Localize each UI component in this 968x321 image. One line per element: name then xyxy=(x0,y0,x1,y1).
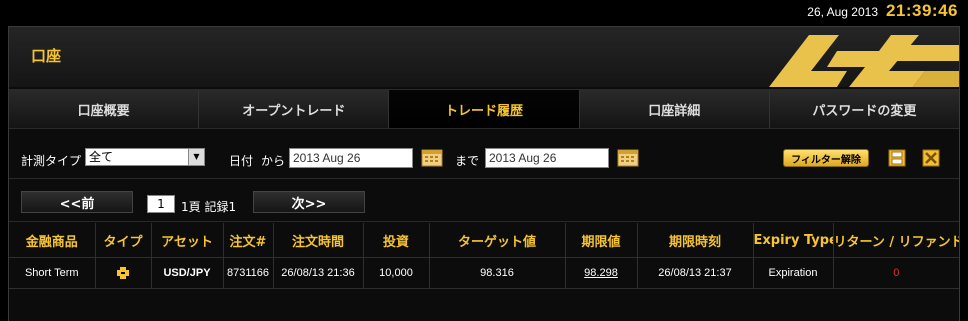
col-investment[interactable]: 投資 xyxy=(363,223,430,258)
cell-order-number: 8731166 xyxy=(223,257,274,289)
from-label: から xyxy=(261,154,286,168)
date-label: 日付 xyxy=(229,154,254,168)
filter-bar: 計測タイプ 全て ▼ 日付 から 2013 Aug 26 まで 2013 Aug… xyxy=(9,128,959,179)
next-page-button[interactable]: 次>> xyxy=(253,191,365,213)
col-expiry-type[interactable]: Expiry Type xyxy=(753,223,834,258)
col-order-time[interactable]: 注文時間 xyxy=(273,223,364,258)
to-calendar-icon[interactable] xyxy=(617,147,639,167)
panel-header: 口座 xyxy=(9,27,959,87)
tab-change-password[interactable]: パスワードの変更 xyxy=(769,90,960,128)
tab-trade-history[interactable]: トレード履歴 xyxy=(389,90,580,128)
cell-target-value: 98.316 xyxy=(429,257,566,289)
to-date-input[interactable]: 2013 Aug 26 xyxy=(485,148,609,168)
type-select-value: 全て xyxy=(89,150,114,164)
trade-history-table: 金融商品 タイプ アセット 注文# 注文時間 投資 ターゲット値 期限値 期限時… xyxy=(9,223,959,289)
brand-logo-graphic xyxy=(769,35,959,87)
page-title: 口座 xyxy=(31,47,62,65)
cell-order-time: 26/08/13 21:36 xyxy=(273,257,364,289)
current-date: 26, Aug 2013 xyxy=(807,5,878,19)
tab-bar: 口座概要 オープントレード トレード履歴 口座詳細 パスワードの変更 xyxy=(9,89,960,129)
col-expiry-value[interactable]: 期限値 xyxy=(565,223,638,258)
cell-instrument: Short Term xyxy=(9,257,96,289)
clear-filter-button[interactable]: フィルター解除 xyxy=(783,149,869,167)
type-label: 計測タイプ xyxy=(21,154,82,168)
table-row: Short Term USD/JPY 8731166 26/08/13 21:3… xyxy=(9,257,959,289)
col-expiry-time[interactable]: 期限時刻 xyxy=(637,223,754,258)
table-header-row: 金融商品 タイプ アセット 注文# 注文時間 投資 ターゲット値 期限値 期限時… xyxy=(9,223,959,258)
print-icon[interactable] xyxy=(887,148,907,168)
col-return-refund[interactable]: リターン / リファンド xyxy=(833,223,959,258)
tab-account-details[interactable]: 口座詳細 xyxy=(579,90,770,128)
cell-expiry-time: 26/08/13 21:37 xyxy=(637,257,754,289)
col-order-number[interactable]: 注文# xyxy=(223,223,274,258)
prev-page-button[interactable]: <<前 xyxy=(21,191,133,213)
top-bar: 26, Aug 2013 21:39:46 xyxy=(0,0,968,24)
account-panel: 口座 口座概要 オープントレード トレード履歴 口座詳細 パスワードの変更 計測… xyxy=(8,26,960,321)
current-time: 21:39:46 xyxy=(885,1,958,20)
chevron-down-icon[interactable]: ▼ xyxy=(188,149,204,165)
col-target-value[interactable]: ターゲット値 xyxy=(429,223,566,258)
col-asset[interactable]: アセット xyxy=(151,223,224,258)
cell-expiry-type: Expiration xyxy=(753,257,834,289)
col-instrument[interactable]: 金融商品 xyxy=(9,223,96,258)
cell-asset: USD/JPY xyxy=(151,257,224,289)
page-number-input[interactable]: 1 xyxy=(147,195,175,213)
cell-return-refund: 0 xyxy=(833,257,959,289)
pagination-bar: <<前 1 1頁 記録1 次>> xyxy=(9,179,959,222)
col-type[interactable]: タイプ xyxy=(95,223,152,258)
call-up-icon xyxy=(117,267,129,279)
page-record-info: 1頁 記録1 xyxy=(181,200,237,214)
cell-expiry-value[interactable]: 98.298 xyxy=(565,257,638,289)
to-label: まで xyxy=(455,154,480,168)
tab-account-summary[interactable]: 口座概要 xyxy=(9,90,200,128)
export-excel-icon[interactable] xyxy=(921,148,941,168)
cell-investment: 10,000 xyxy=(363,257,430,289)
cell-type xyxy=(95,257,152,289)
tab-open-trades[interactable]: オープントレード xyxy=(199,90,390,128)
from-date-input[interactable]: 2013 Aug 26 xyxy=(289,148,413,168)
from-calendar-icon[interactable] xyxy=(421,147,443,167)
type-select[interactable]: 全て ▼ xyxy=(85,148,205,166)
